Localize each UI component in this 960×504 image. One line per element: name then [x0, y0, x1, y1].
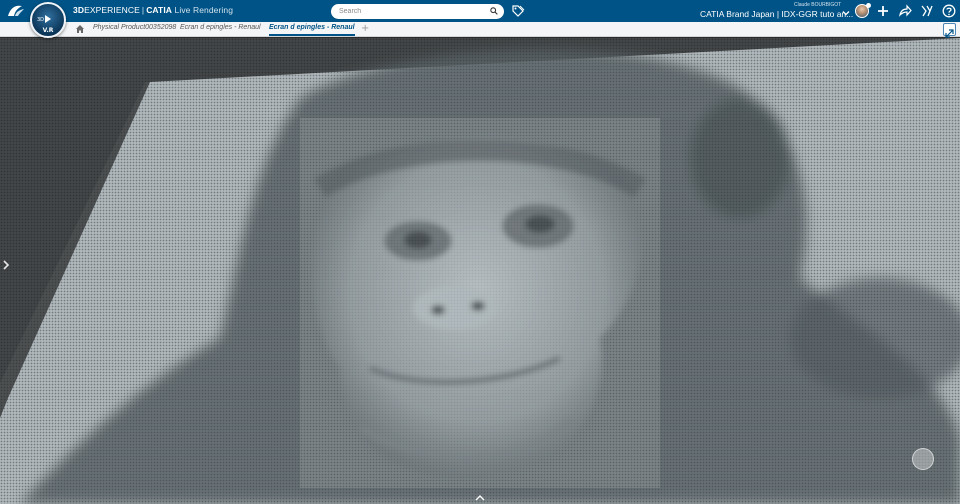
tag-icon[interactable] — [511, 4, 525, 18]
add-tab-button[interactable]: + — [361, 23, 369, 34]
search-icon[interactable] — [490, 7, 498, 15]
top-bar: 3DEXPERIENCE|CATIA Live Rendering Claude… — [0, 0, 960, 22]
app-brand: 3DEXPERIENCE | CATIA Live Rendering — [73, 5, 234, 15]
tab-physical-product[interactable]: Physical Product00352098 — [93, 24, 176, 36]
tab-ecran-1[interactable]: Ecran d epingles - Renaul — [180, 24, 261, 36]
play-icon — [45, 15, 51, 23]
expand-panel-icon[interactable] — [2, 260, 10, 270]
brand-experience: EXPERIENCE — [84, 5, 140, 15]
collaboration-icon[interactable] — [920, 4, 934, 18]
share-icon[interactable] — [898, 4, 912, 18]
help-icon[interactable] — [942, 4, 956, 18]
avatar[interactable] — [855, 3, 871, 18]
pin-screen-render — [0, 38, 960, 504]
action-bar-handle-icon[interactable] — [474, 494, 486, 502]
3d-viewport[interactable] — [0, 38, 960, 504]
brand-3d: 3D — [73, 5, 85, 15]
home-icon[interactable] — [75, 24, 85, 34]
compass-3d-label: 3D — [37, 17, 45, 23]
brand-app-name: CATIA — [146, 5, 173, 15]
add-icon[interactable] — [876, 4, 890, 18]
collaborative-space-title[interactable]: CATIA Brand Japan | IDX-GGR tuto an... — [700, 9, 853, 19]
compass-version-label: V.R — [42, 27, 54, 34]
fullscreen-button[interactable] — [943, 23, 956, 38]
compass-widget[interactable]: 3D V.R — [30, 2, 66, 38]
dassault-logo-icon — [6, 3, 26, 19]
chevron-down-icon[interactable] — [842, 9, 850, 17]
brand-module-name: Live Rendering — [174, 5, 234, 15]
tab-bar: Physical Product00352098 Ecran d epingle… — [0, 22, 960, 38]
tab-ecran-active[interactable]: Ecran d epingles - Renaul — [269, 24, 355, 36]
search-box[interactable] — [331, 4, 504, 19]
search-input[interactable] — [339, 5, 484, 18]
user-name: Claude BOURBIGOT — [794, 2, 842, 8]
navigation-robot-icon[interactable] — [912, 448, 934, 470]
